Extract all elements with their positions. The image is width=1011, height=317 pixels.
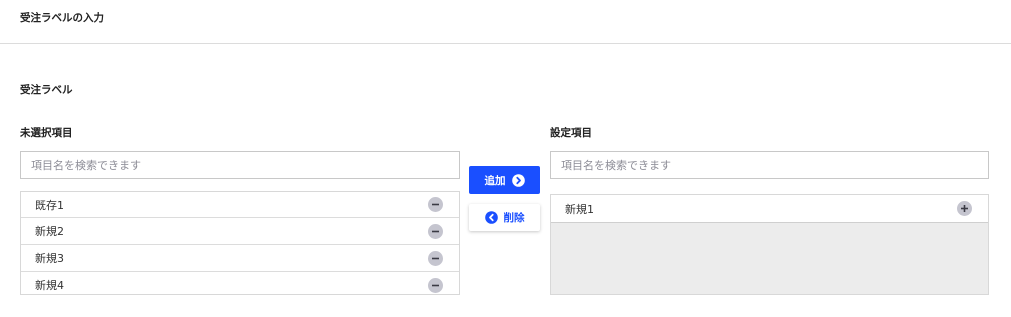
chevron-left-circle-icon — [484, 211, 498, 224]
add-button[interactable]: 追加 — [469, 166, 540, 194]
unselected-items-list[interactable]: 既存1 新規2 新規3 新規4 — [20, 191, 460, 295]
list-item-unselected-3[interactable]: 新規3 — [21, 245, 459, 272]
list-item-unselected-1[interactable]: 既存1 — [21, 192, 459, 218]
list-item-selected-1[interactable]: 新規1 — [551, 195, 988, 223]
list-item-label: 新規3 — [35, 252, 64, 265]
chevron-right-circle-icon — [511, 173, 525, 187]
section-title: 受注ラベル — [20, 84, 73, 96]
plus-circle-icon[interactable] — [957, 201, 972, 216]
page-title: 受注ラベルの入力 — [20, 12, 104, 24]
add-button-label: 追加 — [484, 174, 506, 187]
minus-circle-icon[interactable] — [428, 223, 443, 239]
list-item-label: 新規2 — [35, 225, 64, 238]
selected-items-label: 設定項目 — [550, 127, 592, 139]
list-item-label: 新規4 — [35, 279, 64, 292]
minus-circle-icon[interactable] — [428, 250, 443, 266]
unselected-items-label: 未選択項目 — [20, 127, 73, 139]
minus-circle-icon[interactable] — [428, 197, 443, 212]
list-item-label: 新規1 — [565, 202, 594, 216]
selected-items-list[interactable]: 新規1 — [550, 194, 989, 295]
page-header: 受注ラベルの入力 — [0, 0, 1011, 44]
list-item-label: 既存1 — [35, 198, 64, 212]
remove-button-label: 削除 — [503, 212, 525, 224]
list-item-unselected-4[interactable]: 新規4 — [21, 272, 459, 294]
selected-search-input[interactable] — [550, 151, 989, 179]
minus-circle-icon[interactable] — [428, 277, 443, 293]
unselected-search-input[interactable] — [20, 151, 460, 179]
remove-button[interactable]: 削除 — [469, 204, 540, 231]
list-item-unselected-2[interactable]: 新規2 — [21, 218, 459, 245]
